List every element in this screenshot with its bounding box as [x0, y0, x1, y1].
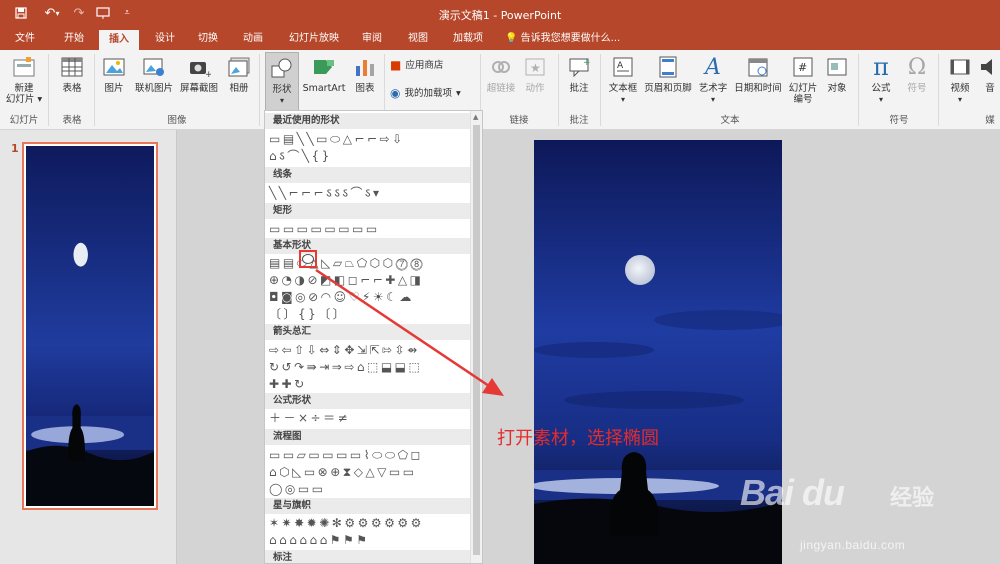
annotation-arrow [315, 268, 504, 396]
baidu-logo-watermark: Bai du [740, 472, 845, 513]
watermark-url: jingyan.baidu.com [800, 538, 906, 552]
annotation-text: 打开素材，选择椭圆 [497, 428, 659, 449]
jingyan-brand-watermark: 经验 [890, 486, 935, 511]
